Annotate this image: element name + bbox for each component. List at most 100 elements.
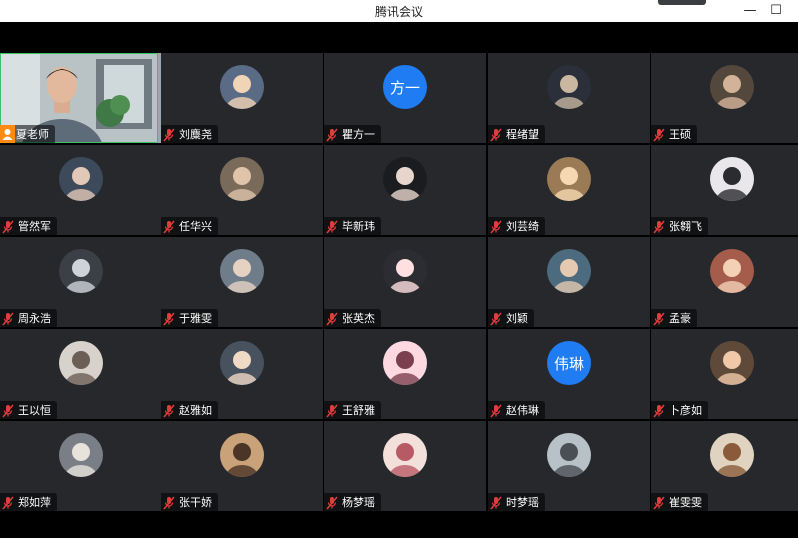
participant-tile[interactable]: 赵雅如 — [161, 329, 323, 419]
avatar — [710, 157, 754, 201]
avatar — [59, 433, 103, 477]
name-label-bar: 刘麋尧 — [161, 125, 218, 143]
participant-tile[interactable]: 刘颖 — [488, 237, 650, 327]
microphone-muted-icon — [326, 219, 338, 234]
bottom-toolbar-area — [0, 513, 798, 538]
participant-tile[interactable]: 王舒雅 — [324, 329, 486, 419]
participant-name: 瞿方一 — [342, 128, 375, 141]
participant-tile[interactable]: 杨梦瑶 — [324, 421, 486, 511]
participant-name: 张翱飞 — [669, 220, 702, 233]
avatar — [59, 249, 103, 293]
microphone-muted-icon — [653, 311, 665, 326]
participant-name: 刘颖 — [506, 312, 528, 325]
name-label-bar: 王舒雅 — [324, 401, 381, 419]
participant-tile[interactable]: 管然军 — [0, 145, 162, 235]
name-label-bar: 张英杰 — [324, 309, 381, 327]
participant-tile[interactable]: 刘麋尧 — [161, 53, 323, 143]
microphone-muted-icon — [2, 219, 14, 234]
microphone-muted-icon — [163, 495, 175, 510]
participant-name: 赵雅如 — [179, 404, 212, 417]
participant-tile[interactable]: 伟琳 赵伟琳 — [488, 329, 650, 419]
participant-tile[interactable]: 于雅雯 — [161, 237, 323, 327]
avatar — [547, 157, 591, 201]
participant-name: 刘芸绮 — [506, 220, 539, 233]
title-bar: 腾讯会议 — ☐ — [0, 0, 798, 22]
participant-name: 程绪望 — [506, 128, 539, 141]
avatar — [220, 65, 264, 109]
microphone-muted-icon — [163, 403, 175, 418]
avatar — [383, 249, 427, 293]
participant-tile[interactable]: 周永浩 — [0, 237, 162, 327]
avatar — [710, 65, 754, 109]
participant-name: 夏老师 — [16, 128, 49, 141]
participant-tile[interactable]: 孟豪 — [651, 237, 798, 327]
participant-tile[interactable]: 王硕 — [651, 53, 798, 143]
participant-name: 杨梦瑶 — [342, 496, 375, 509]
name-label-bar: 赵雅如 — [161, 401, 218, 419]
microphone-muted-icon — [163, 219, 175, 234]
maximize-button[interactable]: ☐ — [766, 1, 786, 21]
avatar — [220, 433, 264, 477]
name-label-bar: 张翱飞 — [651, 217, 708, 235]
avatar — [383, 157, 427, 201]
participant-name: 毕新玮 — [342, 220, 375, 233]
host-badge-icon — [0, 125, 15, 143]
microphone-muted-icon — [326, 403, 338, 418]
microphone-muted-icon — [2, 495, 14, 510]
participant-tile[interactable]: 张干娇 — [161, 421, 323, 511]
microphone-muted-icon — [653, 403, 665, 418]
avatar — [547, 249, 591, 293]
participant-name: 于雅雯 — [179, 312, 212, 325]
participant-name: 刘麋尧 — [179, 128, 212, 141]
name-label-bar: 卜彦如 — [651, 401, 708, 419]
participant-name: 赵伟琳 — [506, 404, 539, 417]
participant-tile[interactable]: 毕新玮 — [324, 145, 486, 235]
name-label-bar: 瞿方一 — [324, 125, 381, 143]
participant-tile[interactable]: 任华兴 — [161, 145, 323, 235]
participant-tile[interactable]: 张英杰 — [324, 237, 486, 327]
avatar — [220, 157, 264, 201]
avatar — [710, 341, 754, 385]
microphone-muted-icon — [2, 403, 14, 418]
participant-name: 郑如萍 — [18, 496, 51, 509]
minimize-button[interactable]: — — [740, 1, 760, 21]
participant-name: 张干娇 — [179, 496, 212, 509]
avatar — [59, 341, 103, 385]
name-label-bar: 夏老师 — [0, 125, 55, 143]
participant-tile[interactable]: 时梦瑶 — [488, 421, 650, 511]
participant-tile[interactable]: 王以恒 — [0, 329, 162, 419]
participant-grid: 夏老师 刘麋尧 方一 瞿方一程绪望 王硕管然军任华兴 毕新玮 刘芸绮 张翱飞周永浩 于雅雯 张英杰… — [0, 53, 798, 513]
microphone-muted-icon — [653, 495, 665, 510]
participant-tile[interactable]: 张翱飞 — [651, 145, 798, 235]
name-label-bar: 周永浩 — [0, 309, 57, 327]
microphone-muted-icon — [490, 495, 502, 510]
avatar — [383, 433, 427, 477]
name-label-bar: 刘芸绮 — [488, 217, 545, 235]
name-label-bar: 于雅雯 — [161, 309, 218, 327]
participant-name: 时梦瑶 — [506, 496, 539, 509]
microphone-muted-icon — [326, 495, 338, 510]
participant-name: 王以恒 — [18, 404, 51, 417]
microphone-muted-icon — [490, 403, 502, 418]
name-label-bar: 郑如萍 — [0, 493, 57, 511]
microphone-muted-icon — [326, 127, 338, 142]
participant-tile[interactable]: 卜彦如 — [651, 329, 798, 419]
participant-tile[interactable]: 刘芸绮 — [488, 145, 650, 235]
microphone-muted-icon — [490, 219, 502, 234]
participant-tile[interactable]: 程绪望 — [488, 53, 650, 143]
participant-tile[interactable]: 方一 瞿方一 — [324, 53, 486, 143]
participant-name: 王舒雅 — [342, 404, 375, 417]
avatar — [383, 341, 427, 385]
microphone-muted-icon — [2, 311, 14, 326]
name-label-bar: 杨梦瑶 — [324, 493, 381, 511]
participant-tile[interactable]: 崔雯雯 — [651, 421, 798, 511]
participant-name: 任华兴 — [179, 220, 212, 233]
participant-tile[interactable]: 郑如萍 — [0, 421, 162, 511]
participant-tile[interactable]: 夏老师 — [0, 53, 162, 143]
name-label-bar: 王硕 — [651, 125, 697, 143]
name-label-bar: 程绪望 — [488, 125, 545, 143]
window-title: 腾讯会议 — [374, 5, 423, 19]
name-label-bar: 张干娇 — [161, 493, 218, 511]
participant-name: 张英杰 — [342, 312, 375, 325]
microphone-muted-icon — [163, 127, 175, 142]
